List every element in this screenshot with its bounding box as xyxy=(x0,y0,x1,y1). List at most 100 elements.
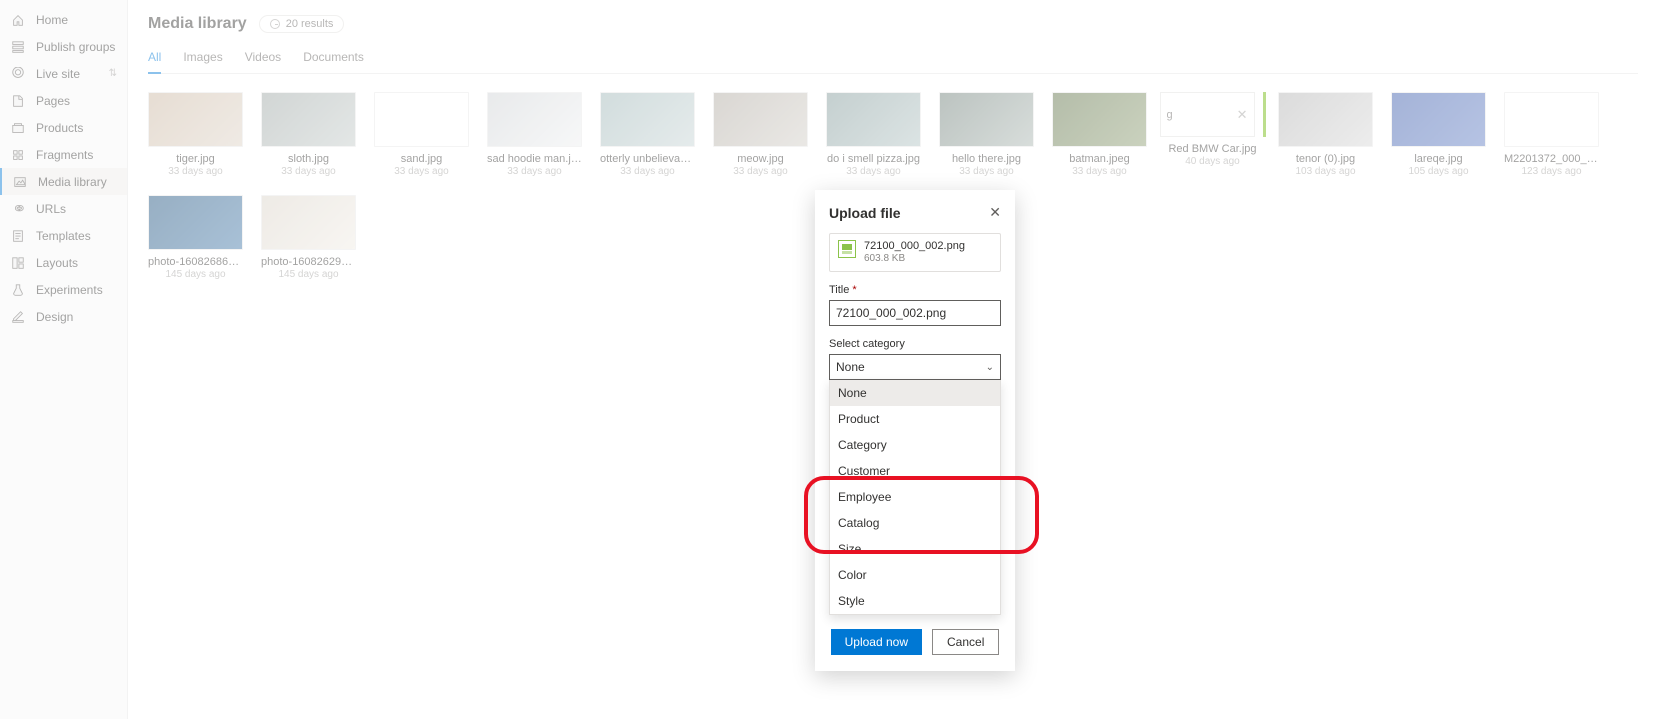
media-tile[interactable]: lareqe.jpg105 days ago xyxy=(1391,92,1486,177)
media-tile[interactable]: sloth.jpg33 days ago xyxy=(261,92,356,177)
sidebar-item-label: Home xyxy=(36,13,68,27)
media-thumbnail[interactable] xyxy=(487,92,582,147)
media-age: 103 days ago xyxy=(1295,166,1355,177)
home-icon xyxy=(10,12,26,28)
media-filename: sloth.jpg xyxy=(288,153,329,165)
category-option-none[interactable]: None xyxy=(830,380,1000,406)
category-option-customer[interactable]: Customer xyxy=(830,458,1000,484)
sidebar-item-label: Design xyxy=(36,310,73,324)
media-tile[interactable]: g✕Red BMW Car.jpg40 days ago xyxy=(1165,92,1260,177)
media-thumbnail[interactable] xyxy=(600,92,695,147)
category-option-style[interactable]: Style xyxy=(830,588,1000,614)
modal-title: Upload file xyxy=(829,205,901,221)
media-age: 105 days ago xyxy=(1408,166,1468,177)
layouts-icon xyxy=(10,255,26,271)
media-tile[interactable]: hello there.jpg33 days ago xyxy=(939,92,1034,177)
sidebar-item-urls[interactable]: URLs xyxy=(0,195,127,222)
media-tile[interactable]: batman.jpeg33 days ago xyxy=(1052,92,1147,177)
category-option-size[interactable]: Size xyxy=(830,536,1000,562)
pages-icon xyxy=(10,93,26,109)
sidebar-item-label: Publish groups xyxy=(36,40,115,54)
media-tile[interactable]: do i smell pizza.jpg33 days ago xyxy=(826,92,921,177)
media-tile[interactable]: sand.jpg33 days ago xyxy=(374,92,469,177)
media-thumbnail[interactable] xyxy=(1391,92,1486,147)
media-tile[interactable]: otterly unbelievable.j...33 days ago xyxy=(600,92,695,177)
sidebar-item-media-library[interactable]: Media library xyxy=(0,168,127,195)
media-tile[interactable]: photo-160826294108...145 days ago xyxy=(261,195,356,280)
modal-actions: Upload now Cancel xyxy=(829,629,1001,655)
close-icon[interactable]: ✕ xyxy=(989,204,1001,221)
sidebar-item-label: Pages xyxy=(36,94,70,108)
media-thumbnail[interactable] xyxy=(1278,92,1373,147)
design-icon xyxy=(10,309,26,325)
sidebar-item-label: Experiments xyxy=(36,283,103,297)
media-thumbnail[interactable] xyxy=(261,92,356,147)
media-tile[interactable]: tiger.jpg33 days ago xyxy=(148,92,243,177)
results-pill[interactable]: 20 results xyxy=(259,15,345,33)
cancel-button[interactable]: Cancel xyxy=(932,629,999,655)
sidebar-item-pages[interactable]: Pages xyxy=(0,87,127,114)
upload-progress-card: g✕ xyxy=(1160,92,1255,137)
media-age: 33 days ago xyxy=(1072,166,1127,177)
experiments-icon xyxy=(10,282,26,298)
file-chip: 72100_000_002.png 603.8 KB xyxy=(829,233,1001,272)
media-tile[interactable]: meow.jpg33 days ago xyxy=(713,92,808,177)
expand-icon[interactable]: ⇅ xyxy=(109,68,117,79)
tab-documents[interactable]: Documents xyxy=(303,50,364,73)
media-tile[interactable]: tenor (0).jpg103 days ago xyxy=(1278,92,1373,177)
upload-success-indicator xyxy=(1263,92,1266,137)
category-dropdown: NoneProductCategoryCustomerEmployeeCatal… xyxy=(829,380,1001,615)
tab-videos[interactable]: Videos xyxy=(245,50,281,73)
sidebar-item-design[interactable]: Design xyxy=(0,303,127,330)
media-thumbnail[interactable] xyxy=(939,92,1034,147)
media-thumbnail[interactable] xyxy=(1504,92,1599,147)
publish-icon xyxy=(10,39,26,55)
chevron-down-icon: ⌄ xyxy=(986,362,994,373)
sidebar-item-fragments[interactable]: Fragments xyxy=(0,141,127,168)
media-thumbnail[interactable] xyxy=(713,92,808,147)
category-option-product[interactable]: Product xyxy=(830,406,1000,432)
category-option-color[interactable]: Color xyxy=(830,562,1000,588)
sidebar-item-layouts[interactable]: Layouts xyxy=(0,249,127,276)
sidebar-item-home[interactable]: Home xyxy=(0,6,127,33)
sidebar-item-live-site[interactable]: Live site⇅ xyxy=(0,60,127,87)
sidebar-item-experiments[interactable]: Experiments xyxy=(0,276,127,303)
category-option-catalog[interactable]: Catalog xyxy=(830,510,1000,536)
products-icon xyxy=(10,120,26,136)
sidebar-item-label: Templates xyxy=(36,229,91,243)
media-thumbnail[interactable] xyxy=(374,92,469,147)
category-label: Select category xyxy=(829,338,1001,350)
media-thumbnail[interactable] xyxy=(1052,92,1147,147)
tabs: All Images Videos Documents xyxy=(148,50,1638,74)
sidebar-item-publish-groups[interactable]: Publish groups xyxy=(0,33,127,60)
upload-now-button[interactable]: Upload now xyxy=(831,629,922,655)
media-filename: lareqe.jpg xyxy=(1414,153,1462,165)
media-filename: photo-160826294108... xyxy=(261,256,356,268)
media-tile[interactable]: M2201372_000_002.p...123 days ago xyxy=(1504,92,1599,177)
media-filename: do i smell pizza.jpg xyxy=(827,153,920,165)
media-filename: Red BMW Car.jpg xyxy=(1168,143,1256,155)
sidebar-item-label: Media library xyxy=(38,175,107,189)
media-thumbnail[interactable] xyxy=(261,195,356,250)
category-select[interactable]: None ⌄ xyxy=(829,354,1001,380)
media-age: 33 days ago xyxy=(620,166,675,177)
close-icon[interactable]: ✕ xyxy=(1237,107,1248,123)
media-tile[interactable]: photo-160826862760...145 days ago xyxy=(148,195,243,280)
media-thumbnail[interactable] xyxy=(148,195,243,250)
category-option-employee[interactable]: Employee xyxy=(830,484,1000,510)
page-header: Media library 20 results xyxy=(148,12,1638,36)
media-tile[interactable]: sad hoodie man.jpg33 days ago xyxy=(487,92,582,177)
media-thumbnail[interactable] xyxy=(148,92,243,147)
tab-all[interactable]: All xyxy=(148,50,161,74)
tab-images[interactable]: Images xyxy=(183,50,222,73)
category-option-category[interactable]: Category xyxy=(830,432,1000,458)
media-filename: tiger.jpg xyxy=(176,153,215,165)
sidebar-item-templates[interactable]: Templates xyxy=(0,222,127,249)
title-input[interactable] xyxy=(829,300,1001,326)
page-title: Media library xyxy=(148,15,247,33)
title-label: Title xyxy=(829,284,1001,296)
media-thumbnail[interactable] xyxy=(826,92,921,147)
sidebar-item-products[interactable]: Products xyxy=(0,114,127,141)
sidebar-item-label: Layouts xyxy=(36,256,78,270)
modal-header: Upload file ✕ xyxy=(829,204,1001,221)
